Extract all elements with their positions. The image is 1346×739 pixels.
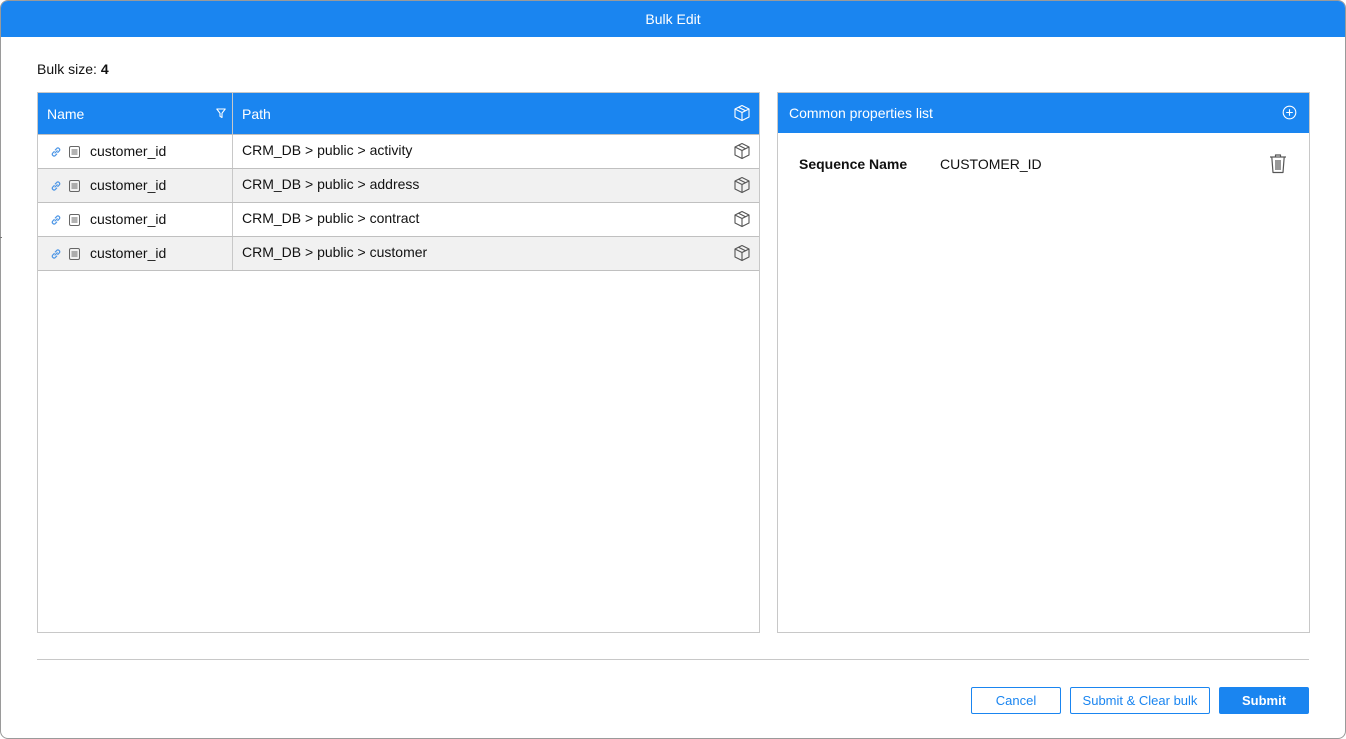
- name-cell[interactable]: customer_id: [38, 203, 233, 236]
- bulk-size-value: 4: [100, 61, 109, 77]
- dialog-title: Bulk Edit: [645, 11, 701, 27]
- table-icon: [69, 247, 80, 263]
- cube-icon[interactable]: [733, 142, 751, 163]
- property-name: Sequence Name: [799, 156, 908, 172]
- table-row[interactable]: customer_id CRM_DB > public > contract: [38, 202, 759, 236]
- name-cell[interactable]: customer_id: [38, 237, 233, 270]
- submit-clear-bulk-button[interactable]: Submit & Clear bulk: [1070, 687, 1210, 714]
- link-icon[interactable]: [50, 213, 62, 229]
- column-path-label: Path: [242, 106, 271, 122]
- bulk-items-table: Name Path customer_id CRM_DB > public > a…: [37, 92, 760, 633]
- bulk-size: Bulk size: 4: [37, 61, 109, 77]
- row-name: customer_id: [90, 245, 167, 261]
- bulk-edit-dialog: Bulk Edit Bulk size: 4 Name Path custome…: [0, 0, 1346, 739]
- table-row[interactable]: customer_id CRM_DB > public > activity: [38, 134, 759, 168]
- link-icon[interactable]: [50, 145, 62, 161]
- row-path: CRM_DB > public > contract: [242, 210, 420, 226]
- footer-divider: [37, 659, 1309, 660]
- cube-icon[interactable]: [733, 210, 751, 231]
- name-cell[interactable]: customer_id: [38, 169, 233, 202]
- filter-icon[interactable]: [216, 106, 226, 122]
- properties-header-label: Common properties list: [789, 105, 933, 121]
- cube-icon[interactable]: [733, 104, 751, 125]
- row-name: customer_id: [90, 143, 167, 159]
- link-icon[interactable]: [50, 247, 62, 263]
- properties-header: Common properties list: [778, 93, 1309, 133]
- property-value: CUSTOMER_ID: [940, 156, 1042, 172]
- table-row[interactable]: customer_id CRM_DB > public > customer: [38, 236, 759, 270]
- cube-icon[interactable]: [733, 244, 751, 265]
- trash-icon[interactable]: [1268, 153, 1288, 179]
- table-header: Name Path: [38, 93, 759, 134]
- common-properties-panel: Common properties list Sequence Name CUS…: [777, 92, 1310, 633]
- table-row[interactable]: customer_id CRM_DB > public > address: [38, 168, 759, 202]
- add-circle-icon[interactable]: [1282, 105, 1297, 123]
- table-icon: [69, 179, 80, 195]
- cancel-button[interactable]: Cancel: [971, 687, 1061, 714]
- row-path: CRM_DB > public > address: [242, 176, 420, 192]
- table-icon: [69, 145, 80, 161]
- name-cell[interactable]: customer_id: [38, 135, 233, 168]
- link-icon[interactable]: [50, 179, 62, 195]
- table-rows-end-border: [38, 270, 759, 271]
- submit-button[interactable]: Submit: [1219, 687, 1309, 714]
- row-name: customer_id: [90, 177, 167, 193]
- window-edge-marker: [0, 237, 2, 238]
- row-path: CRM_DB > public > activity: [242, 142, 413, 158]
- bulk-size-label: Bulk size:: [37, 61, 101, 77]
- dialog-title-bar: Bulk Edit: [1, 1, 1345, 37]
- table-icon: [69, 213, 80, 229]
- cube-icon[interactable]: [733, 176, 751, 197]
- row-path: CRM_DB > public > customer: [242, 244, 428, 260]
- row-name: customer_id: [90, 211, 167, 227]
- column-name-label: Name: [47, 106, 85, 122]
- column-header-name[interactable]: Name: [38, 93, 233, 134]
